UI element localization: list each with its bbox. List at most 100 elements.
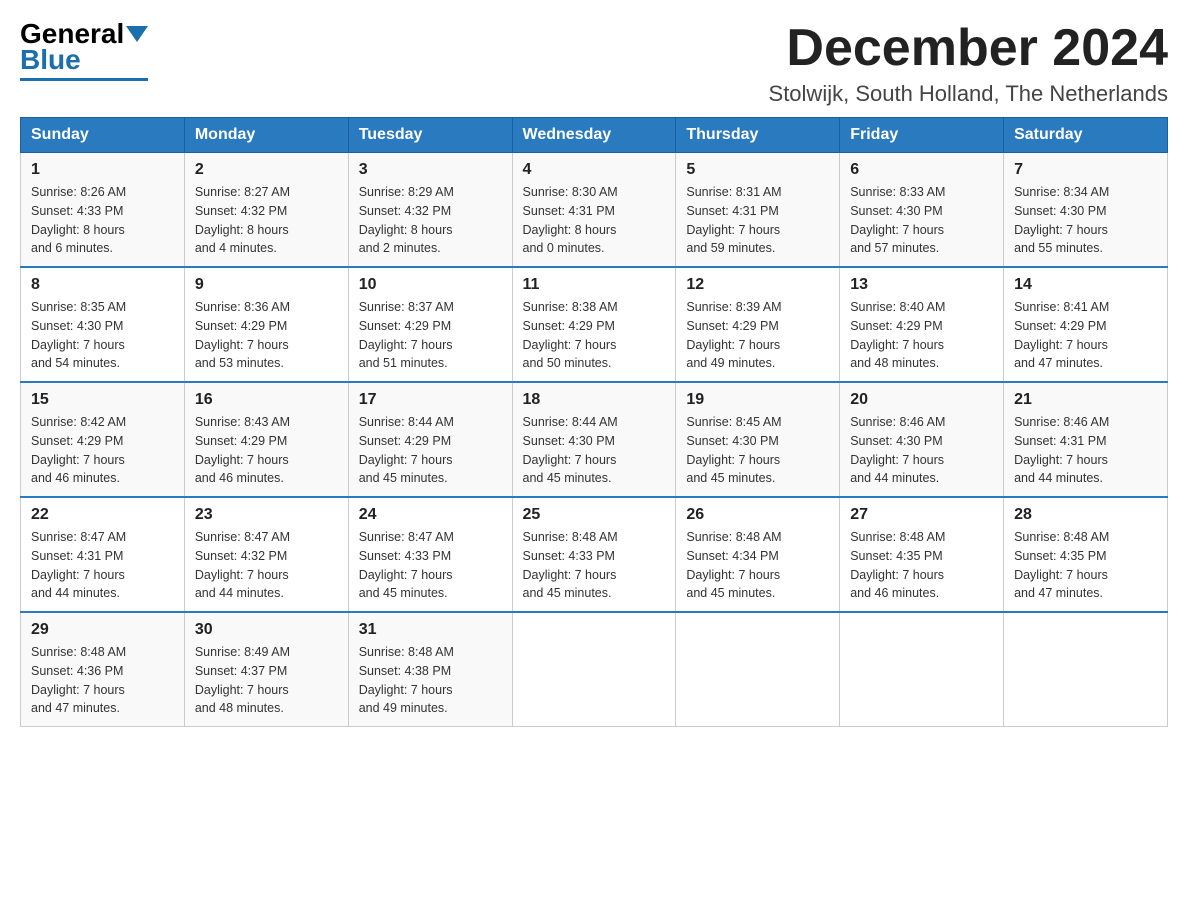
day-number: 27	[850, 506, 993, 524]
title-block: December 2024 Stolwijk, South Holland, T…	[769, 20, 1168, 107]
day-info: Sunrise: 8:48 AMSunset: 4:38 PMDaylight:…	[359, 645, 454, 715]
week-row-5: 29 Sunrise: 8:48 AMSunset: 4:36 PMDaylig…	[21, 612, 1168, 727]
logo-blue-text: Blue	[20, 46, 81, 74]
calendar-cell: 9 Sunrise: 8:36 AMSunset: 4:29 PMDayligh…	[184, 267, 348, 382]
day-info: Sunrise: 8:41 AMSunset: 4:29 PMDaylight:…	[1014, 300, 1109, 370]
calendar-cell: 6 Sunrise: 8:33 AMSunset: 4:30 PMDayligh…	[840, 153, 1004, 268]
day-info: Sunrise: 8:37 AMSunset: 4:29 PMDaylight:…	[359, 300, 454, 370]
day-number: 1	[31, 161, 174, 179]
calendar-cell: 11 Sunrise: 8:38 AMSunset: 4:29 PMDaylig…	[512, 267, 676, 382]
calendar-cell: 29 Sunrise: 8:48 AMSunset: 4:36 PMDaylig…	[21, 612, 185, 727]
day-info: Sunrise: 8:48 AMSunset: 4:33 PMDaylight:…	[523, 530, 618, 600]
day-info: Sunrise: 8:33 AMSunset: 4:30 PMDaylight:…	[850, 185, 945, 255]
day-number: 29	[31, 621, 174, 639]
week-row-3: 15 Sunrise: 8:42 AMSunset: 4:29 PMDaylig…	[21, 382, 1168, 497]
day-number: 10	[359, 276, 502, 294]
day-number: 15	[31, 391, 174, 409]
week-row-1: 1 Sunrise: 8:26 AMSunset: 4:33 PMDayligh…	[21, 153, 1168, 268]
day-number: 6	[850, 161, 993, 179]
logo: General Blue	[20, 20, 148, 81]
calendar-cell: 20 Sunrise: 8:46 AMSunset: 4:30 PMDaylig…	[840, 382, 1004, 497]
day-info: Sunrise: 8:44 AMSunset: 4:29 PMDaylight:…	[359, 415, 454, 485]
week-row-4: 22 Sunrise: 8:47 AMSunset: 4:31 PMDaylig…	[21, 497, 1168, 612]
day-info: Sunrise: 8:46 AMSunset: 4:31 PMDaylight:…	[1014, 415, 1109, 485]
day-info: Sunrise: 8:48 AMSunset: 4:35 PMDaylight:…	[850, 530, 945, 600]
logo-underline	[20, 78, 148, 81]
day-number: 22	[31, 506, 174, 524]
day-number: 14	[1014, 276, 1157, 294]
calendar-cell: 19 Sunrise: 8:45 AMSunset: 4:30 PMDaylig…	[676, 382, 840, 497]
calendar-cell	[1004, 612, 1168, 727]
calendar-cell: 15 Sunrise: 8:42 AMSunset: 4:29 PMDaylig…	[21, 382, 185, 497]
day-info: Sunrise: 8:35 AMSunset: 4:30 PMDaylight:…	[31, 300, 126, 370]
calendar-cell: 25 Sunrise: 8:48 AMSunset: 4:33 PMDaylig…	[512, 497, 676, 612]
day-info: Sunrise: 8:31 AMSunset: 4:31 PMDaylight:…	[686, 185, 781, 255]
day-number: 16	[195, 391, 338, 409]
day-number: 17	[359, 391, 502, 409]
day-number: 21	[1014, 391, 1157, 409]
day-info: Sunrise: 8:45 AMSunset: 4:30 PMDaylight:…	[686, 415, 781, 485]
calendar-cell: 16 Sunrise: 8:43 AMSunset: 4:29 PMDaylig…	[184, 382, 348, 497]
calendar-cell: 18 Sunrise: 8:44 AMSunset: 4:30 PMDaylig…	[512, 382, 676, 497]
header-thursday: Thursday	[676, 118, 840, 153]
day-number: 24	[359, 506, 502, 524]
day-number: 11	[523, 276, 666, 294]
day-number: 28	[1014, 506, 1157, 524]
calendar-cell: 1 Sunrise: 8:26 AMSunset: 4:33 PMDayligh…	[21, 153, 185, 268]
day-number: 31	[359, 621, 502, 639]
calendar-cell: 22 Sunrise: 8:47 AMSunset: 4:31 PMDaylig…	[21, 497, 185, 612]
day-number: 3	[359, 161, 502, 179]
header-friday: Friday	[840, 118, 1004, 153]
day-number: 8	[31, 276, 174, 294]
day-number: 20	[850, 391, 993, 409]
day-info: Sunrise: 8:39 AMSunset: 4:29 PMDaylight:…	[686, 300, 781, 370]
calendar-cell: 17 Sunrise: 8:44 AMSunset: 4:29 PMDaylig…	[348, 382, 512, 497]
day-info: Sunrise: 8:42 AMSunset: 4:29 PMDaylight:…	[31, 415, 126, 485]
day-info: Sunrise: 8:26 AMSunset: 4:33 PMDaylight:…	[31, 185, 126, 255]
calendar-cell: 8 Sunrise: 8:35 AMSunset: 4:30 PMDayligh…	[21, 267, 185, 382]
calendar-cell: 7 Sunrise: 8:34 AMSunset: 4:30 PMDayligh…	[1004, 153, 1168, 268]
day-info: Sunrise: 8:48 AMSunset: 4:36 PMDaylight:…	[31, 645, 126, 715]
header-monday: Monday	[184, 118, 348, 153]
calendar-cell: 3 Sunrise: 8:29 AMSunset: 4:32 PMDayligh…	[348, 153, 512, 268]
day-number: 9	[195, 276, 338, 294]
logo-triangle-icon	[126, 26, 148, 42]
calendar-cell: 5 Sunrise: 8:31 AMSunset: 4:31 PMDayligh…	[676, 153, 840, 268]
day-number: 26	[686, 506, 829, 524]
calendar-cell: 24 Sunrise: 8:47 AMSunset: 4:33 PMDaylig…	[348, 497, 512, 612]
day-info: Sunrise: 8:34 AMSunset: 4:30 PMDaylight:…	[1014, 185, 1109, 255]
day-number: 7	[1014, 161, 1157, 179]
day-info: Sunrise: 8:49 AMSunset: 4:37 PMDaylight:…	[195, 645, 290, 715]
day-info: Sunrise: 8:48 AMSunset: 4:35 PMDaylight:…	[1014, 530, 1109, 600]
day-info: Sunrise: 8:47 AMSunset: 4:32 PMDaylight:…	[195, 530, 290, 600]
day-info: Sunrise: 8:48 AMSunset: 4:34 PMDaylight:…	[686, 530, 781, 600]
day-info: Sunrise: 8:43 AMSunset: 4:29 PMDaylight:…	[195, 415, 290, 485]
calendar-cell: 31 Sunrise: 8:48 AMSunset: 4:38 PMDaylig…	[348, 612, 512, 727]
day-number: 30	[195, 621, 338, 639]
day-number: 5	[686, 161, 829, 179]
calendar-cell: 13 Sunrise: 8:40 AMSunset: 4:29 PMDaylig…	[840, 267, 1004, 382]
calendar-cell: 30 Sunrise: 8:49 AMSunset: 4:37 PMDaylig…	[184, 612, 348, 727]
calendar-cell: 14 Sunrise: 8:41 AMSunset: 4:29 PMDaylig…	[1004, 267, 1168, 382]
day-info: Sunrise: 8:40 AMSunset: 4:29 PMDaylight:…	[850, 300, 945, 370]
header-tuesday: Tuesday	[348, 118, 512, 153]
calendar-table: SundayMondayTuesdayWednesdayThursdayFrid…	[20, 117, 1168, 727]
calendar-cell: 2 Sunrise: 8:27 AMSunset: 4:32 PMDayligh…	[184, 153, 348, 268]
day-info: Sunrise: 8:44 AMSunset: 4:30 PMDaylight:…	[523, 415, 618, 485]
day-info: Sunrise: 8:27 AMSunset: 4:32 PMDaylight:…	[195, 185, 290, 255]
day-number: 23	[195, 506, 338, 524]
month-year-title: December 2024	[769, 20, 1168, 77]
day-number: 13	[850, 276, 993, 294]
day-info: Sunrise: 8:30 AMSunset: 4:31 PMDaylight:…	[523, 185, 618, 255]
day-number: 12	[686, 276, 829, 294]
day-info: Sunrise: 8:29 AMSunset: 4:32 PMDaylight:…	[359, 185, 454, 255]
page-header: General Blue December 2024 Stolwijk, Sou…	[20, 20, 1168, 107]
calendar-header-row: SundayMondayTuesdayWednesdayThursdayFrid…	[21, 118, 1168, 153]
day-info: Sunrise: 8:47 AMSunset: 4:33 PMDaylight:…	[359, 530, 454, 600]
calendar-cell	[512, 612, 676, 727]
header-wednesday: Wednesday	[512, 118, 676, 153]
day-info: Sunrise: 8:46 AMSunset: 4:30 PMDaylight:…	[850, 415, 945, 485]
day-number: 4	[523, 161, 666, 179]
header-saturday: Saturday	[1004, 118, 1168, 153]
calendar-cell: 28 Sunrise: 8:48 AMSunset: 4:35 PMDaylig…	[1004, 497, 1168, 612]
